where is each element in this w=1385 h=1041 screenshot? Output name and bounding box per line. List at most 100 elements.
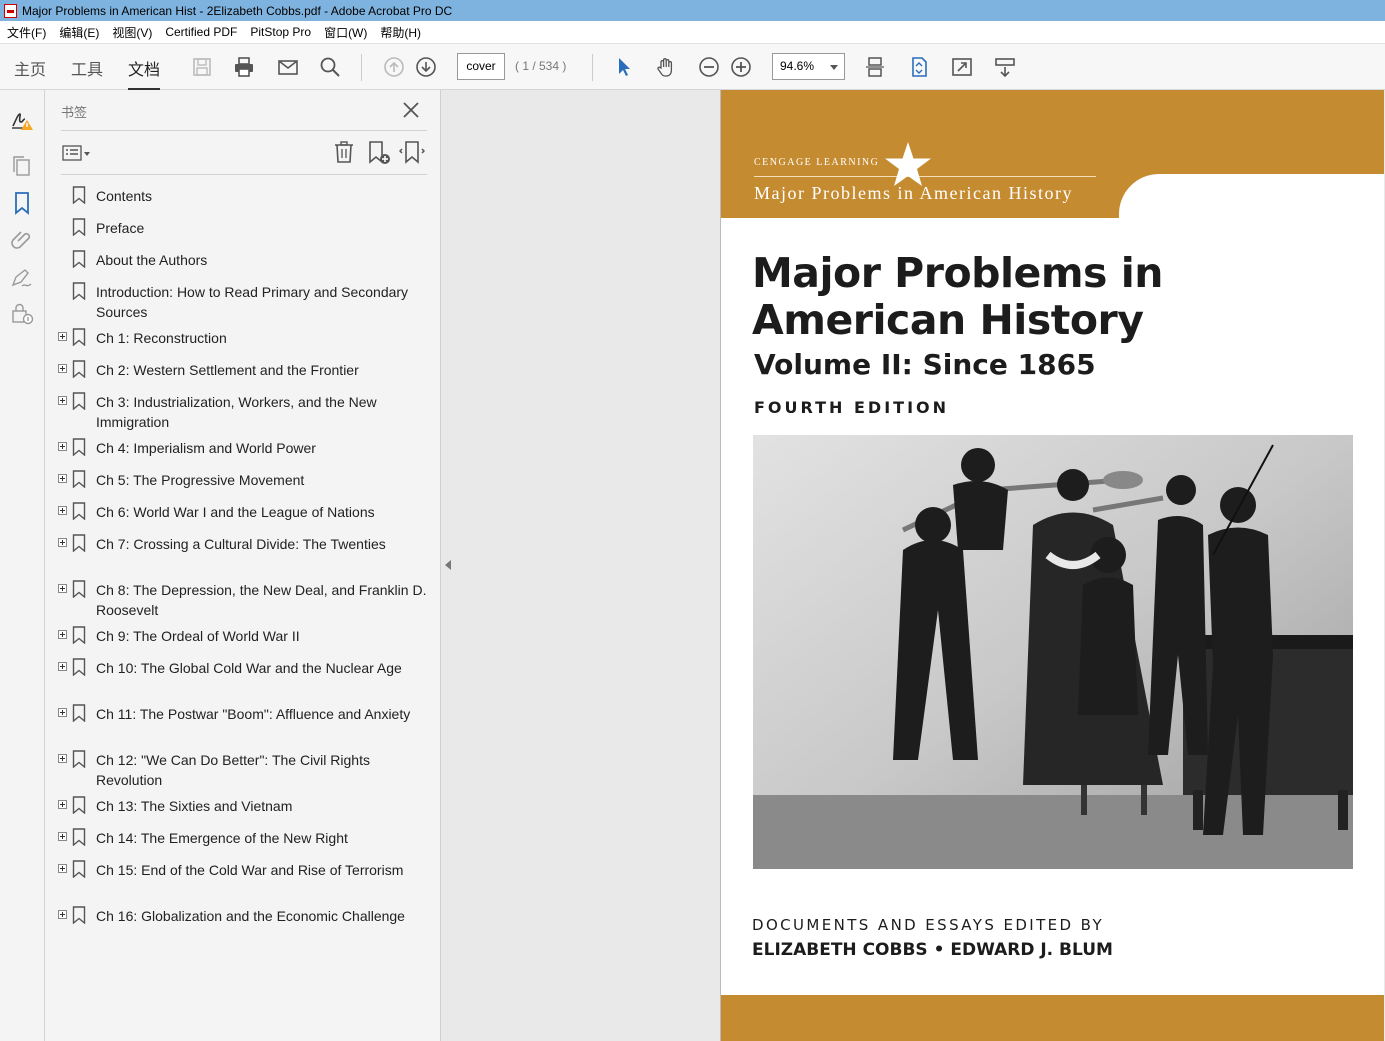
bookmark-label: Ch 11: The Postwar "Boom": Affluence and… bbox=[96, 706, 411, 722]
bookmark-item[interactable]: Ch 14: The Emergence of the New Right bbox=[45, 828, 441, 848]
expand-bookmark-icon[interactable] bbox=[398, 140, 426, 166]
mail-icon[interactable] bbox=[275, 54, 301, 80]
expand-plus-icon[interactable] bbox=[58, 754, 67, 763]
expand-plus-icon[interactable] bbox=[58, 864, 67, 873]
star-icon bbox=[884, 140, 932, 188]
signatures-icon[interactable] bbox=[10, 266, 34, 290]
bookmark-icon bbox=[72, 502, 86, 521]
bookmark-item[interactable]: Ch 6: World War I and the League of Nati… bbox=[45, 502, 441, 522]
expand-plus-icon[interactable] bbox=[58, 474, 67, 483]
menu-window[interactable]: 窗口(W) bbox=[317, 24, 373, 41]
bookmark-item[interactable]: Ch 16: Globalization and the Economic Ch… bbox=[45, 906, 441, 946]
menu-file[interactable]: 文件(F) bbox=[0, 24, 52, 41]
expand-plus-icon[interactable] bbox=[58, 662, 67, 671]
expand-plus-icon[interactable] bbox=[58, 396, 67, 405]
new-bookmark-icon[interactable] bbox=[366, 140, 392, 166]
close-icon[interactable] bbox=[401, 100, 421, 120]
full-screen-icon[interactable] bbox=[949, 54, 975, 80]
page-thumbnails-icon[interactable] bbox=[10, 155, 34, 179]
bookmark-label: About the Authors bbox=[96, 252, 208, 268]
bookmark-item[interactable]: Ch 13: The Sixties and Vietnam bbox=[45, 796, 441, 816]
expand-plus-icon[interactable] bbox=[58, 584, 67, 593]
hand-tool-icon[interactable] bbox=[653, 54, 679, 80]
select-cursor-icon[interactable] bbox=[611, 54, 637, 80]
bookmark-icon bbox=[72, 282, 86, 301]
expand-plus-icon[interactable] bbox=[58, 910, 67, 919]
editors-names: ELIZABETH COBBS • EDWARD J. BLUM bbox=[752, 940, 1113, 960]
book-edition: FOURTH EDITION bbox=[754, 398, 950, 417]
expand-plus-icon[interactable] bbox=[58, 364, 67, 373]
page-scroll-icon[interactable] bbox=[862, 54, 888, 80]
bookmark-item[interactable]: Ch 11: The Postwar "Boom": Affluence and… bbox=[45, 704, 441, 744]
bookmark-item[interactable]: Introduction: How to Read Primary and Se… bbox=[45, 282, 441, 322]
read-mode-icon[interactable] bbox=[992, 54, 1018, 80]
bookmark-icon bbox=[72, 580, 86, 599]
next-page-icon[interactable] bbox=[413, 54, 439, 80]
cover-band-notch bbox=[1119, 174, 1384, 234]
expand-plus-icon[interactable] bbox=[58, 538, 67, 547]
bookmark-item[interactable]: Ch 2: Western Settlement and the Frontie… bbox=[45, 360, 441, 380]
bookmark-item[interactable]: About the Authors bbox=[45, 250, 441, 270]
bookmarks-icon[interactable] bbox=[10, 191, 34, 215]
zoom-out-icon[interactable] bbox=[696, 54, 722, 80]
bookmark-icon bbox=[72, 750, 86, 769]
bookmark-item[interactable]: Preface bbox=[45, 218, 441, 238]
bookmark-icon bbox=[72, 534, 86, 553]
bookmark-item[interactable]: Ch 1: Reconstruction bbox=[45, 328, 441, 348]
expand-plus-icon[interactable] bbox=[58, 506, 67, 515]
bookmark-icon bbox=[72, 658, 86, 677]
print-icon[interactable] bbox=[231, 54, 257, 80]
bookmark-label: Ch 10: The Global Cold War and the Nucle… bbox=[96, 660, 402, 676]
bookmark-icon bbox=[72, 704, 86, 723]
tab-document[interactable]: 文档 bbox=[128, 56, 161, 91]
bookmark-item[interactable]: Ch 4: Imperialism and World Power bbox=[45, 438, 441, 458]
attachments-icon[interactable] bbox=[10, 228, 34, 252]
bookmark-item[interactable]: Ch 3: Industrialization, Workers, and th… bbox=[45, 392, 441, 432]
sign-warning-icon[interactable] bbox=[10, 108, 34, 132]
expand-plus-icon[interactable] bbox=[58, 708, 67, 717]
menu-view[interactable]: 视图(V) bbox=[105, 24, 158, 41]
bookmark-label: Ch 4: Imperialism and World Power bbox=[96, 440, 316, 456]
page-count: ( 1 / 534 ) bbox=[515, 59, 567, 73]
previous-page-icon[interactable] bbox=[381, 54, 407, 80]
bookmark-item[interactable]: Ch 15: End of the Cold War and Rise of T… bbox=[45, 860, 441, 900]
page-number-input[interactable]: cover bbox=[457, 53, 505, 80]
bookmark-item[interactable]: Ch 9: The Ordeal of World War II bbox=[45, 626, 441, 646]
bookmark-label: Ch 5: The Progressive Movement bbox=[96, 472, 305, 488]
menu-help[interactable]: 帮助(H) bbox=[373, 24, 427, 41]
cover-photo bbox=[753, 435, 1353, 869]
bookmark-item[interactable]: Ch 10: The Global Cold War and the Nucle… bbox=[45, 658, 441, 698]
expand-plus-icon[interactable] bbox=[58, 630, 67, 639]
menu-pitstop-pro[interactable]: PitStop Pro bbox=[243, 25, 317, 39]
zoom-in-icon[interactable] bbox=[728, 54, 754, 80]
bookmark-options-icon[interactable] bbox=[62, 142, 94, 164]
bookmark-icon bbox=[72, 392, 86, 411]
tab-tools[interactable]: 工具 bbox=[71, 56, 103, 80]
expand-plus-icon[interactable] bbox=[58, 800, 67, 809]
security-lock-icon[interactable] bbox=[10, 302, 34, 326]
expand-plus-icon[interactable] bbox=[58, 442, 67, 451]
zoom-level-select[interactable]: 94.6% bbox=[772, 53, 845, 80]
bookmark-item[interactable]: Contents bbox=[45, 186, 441, 206]
menu-certified-pdf[interactable]: Certified PDF bbox=[158, 25, 243, 39]
delete-bookmark-icon[interactable] bbox=[332, 140, 356, 164]
menu-edit[interactable]: 编辑(E) bbox=[52, 24, 105, 41]
window-titlebar: Major Problems in American Hist - 2Eliza… bbox=[0, 0, 1385, 21]
bookmark-item[interactable]: Ch 12: "We Can Do Better": The Civil Rig… bbox=[45, 750, 441, 790]
expand-plus-icon[interactable] bbox=[58, 332, 67, 341]
bookmark-icon bbox=[72, 328, 86, 347]
search-icon[interactable] bbox=[317, 54, 343, 80]
fit-page-icon[interactable] bbox=[906, 54, 932, 80]
bookmark-label: Ch 8: The Depression, the New Deal, and … bbox=[96, 582, 427, 618]
cover-bottom-band bbox=[721, 995, 1384, 1041]
collapse-panel-arrow-icon[interactable] bbox=[445, 560, 451, 570]
bookmark-item[interactable]: Ch 8: The Depression, the New Deal, and … bbox=[45, 580, 441, 620]
tab-home[interactable]: 主页 bbox=[14, 56, 46, 80]
save-icon[interactable] bbox=[189, 54, 215, 80]
bookmark-label: Ch 13: The Sixties and Vietnam bbox=[96, 798, 293, 814]
bookmark-icon bbox=[72, 470, 86, 489]
bookmark-item[interactable]: Ch 7: Crossing a Cultural Divide: The Tw… bbox=[45, 534, 441, 574]
bookmark-item[interactable]: Ch 5: The Progressive Movement bbox=[45, 470, 441, 490]
chevron-down-icon bbox=[830, 65, 838, 70]
expand-plus-icon[interactable] bbox=[58, 832, 67, 841]
